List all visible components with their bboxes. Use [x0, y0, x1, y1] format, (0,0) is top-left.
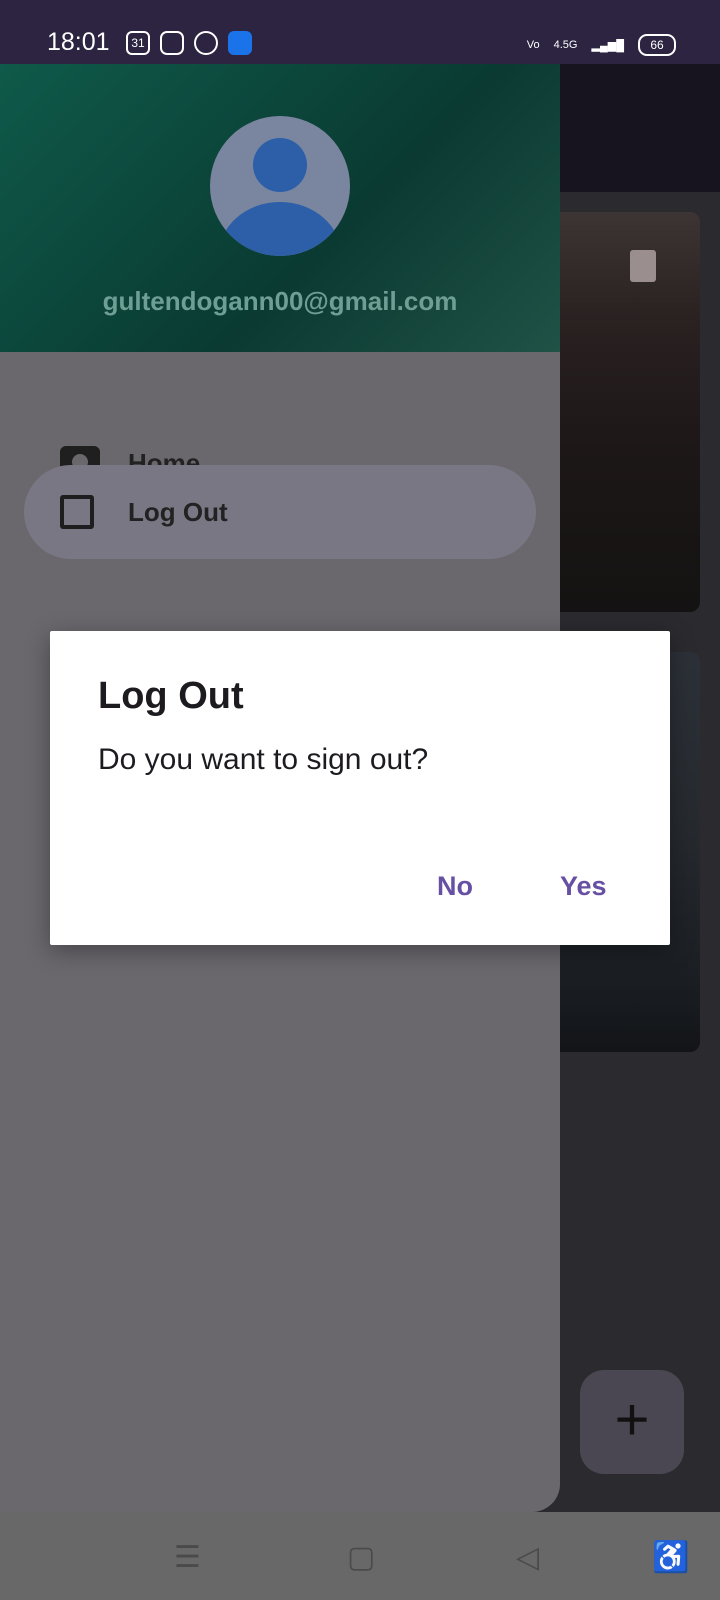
system-nav-bar: ☰ ▢ ◁ ♿ — [0, 1512, 720, 1600]
android-icon — [228, 31, 252, 55]
dialog-title: Log Out — [98, 675, 244, 717]
accessibility-icon[interactable]: ♿ — [652, 1540, 689, 1575]
system-indicators: Vo 4.5G ▂▄▆█ 66 — [527, 34, 676, 56]
dialog-message: Do you want to sign out? — [98, 743, 429, 776]
avatar-body — [218, 202, 342, 256]
exit-icon — [60, 495, 94, 529]
avatar — [210, 116, 350, 256]
volte-icon: Vo — [526, 39, 540, 51]
drawer-item-label: Log Out — [128, 496, 228, 527]
home-square-icon[interactable]: ▢ — [347, 1540, 375, 1575]
trash-icon[interactable] — [630, 250, 656, 282]
battery-icon: 66 — [638, 34, 676, 56]
no-button[interactable]: No — [437, 871, 473, 902]
back-icon[interactable]: ◁ — [516, 1540, 539, 1575]
clock: 18:01 — [47, 28, 110, 56]
menu-icon[interactable]: ☰ — [174, 1540, 201, 1575]
network-icon: 4.5G — [553, 39, 578, 51]
calendar-icon: 31 — [126, 31, 150, 55]
instagram-icon — [160, 31, 184, 55]
photo-card[interactable] — [548, 212, 700, 612]
app-notification-icon — [194, 31, 218, 55]
drawer-item-logout[interactable]: Log Out — [24, 465, 536, 559]
user-email: gultendogann00@gmail.com — [102, 286, 458, 316]
status-bar: 18:01 31 Vo 4.5G ▂▄▆█ 66 — [0, 0, 720, 64]
logout-dialog: Log Out Do you want to sign out? No Yes — [50, 631, 670, 945]
avatar-head — [253, 138, 307, 192]
drawer-header: gultendogann00@gmail.com — [0, 64, 560, 352]
signal-icon: ▂▄▆█ — [591, 39, 624, 52]
add-photo-button[interactable]: + — [580, 1370, 684, 1474]
yes-button[interactable]: Yes — [560, 871, 607, 902]
notification-icons: 31 — [126, 31, 252, 55]
